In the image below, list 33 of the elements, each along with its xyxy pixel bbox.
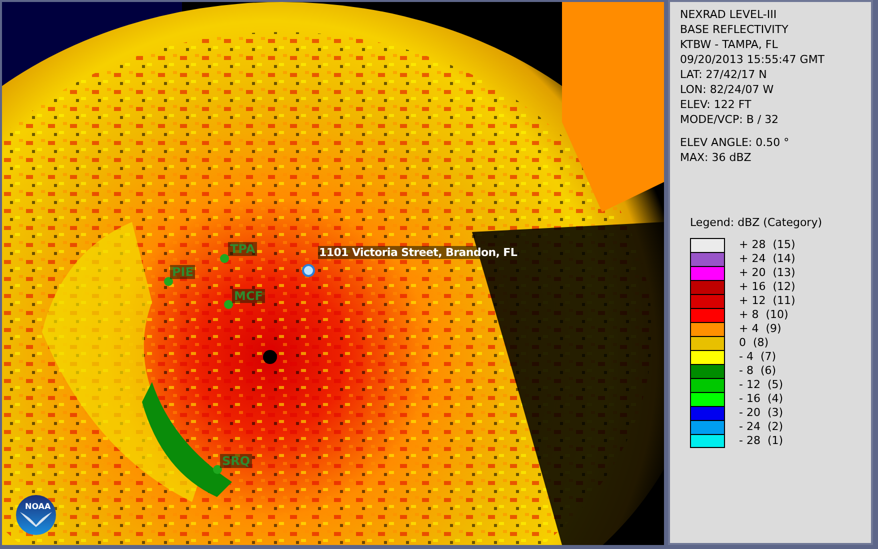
legend-label: + 20 (13) — [739, 266, 796, 280]
legend-label: + 28 (15) — [739, 238, 796, 252]
logo-text: NOAA — [25, 502, 51, 511]
location-label: 1101 Victoria Street, Brandon, FL — [318, 246, 518, 259]
info-line: 09/20/2013 15:55:47 GMT — [680, 52, 826, 67]
info-line: BASE REFLECTIVITY — [680, 22, 790, 37]
legend-label: - 8 (6) — [739, 364, 776, 378]
info-line: ELEV: 122 FT — [680, 97, 752, 112]
info-line: LON: 82/24/07 W — [680, 82, 775, 97]
legend-label: + 4 (9) — [739, 322, 782, 336]
legend-title: Legend: dBZ (Category) — [690, 215, 823, 230]
legend-label: + 24 (14) — [739, 252, 796, 266]
info-line: NEXRAD LEVEL-III — [680, 7, 778, 22]
station-label: MCF — [232, 289, 265, 303]
legend-label: + 16 (12) — [739, 280, 796, 294]
station-label: PIE — [170, 265, 196, 279]
info-line: LAT: 27/42/17 N — [680, 67, 768, 82]
station-label: SRQ — [220, 454, 252, 468]
info-line: MAX: 36 dBZ — [680, 150, 752, 165]
logo-emblem — [16, 495, 56, 535]
legend-label: - 4 (7) — [739, 350, 776, 364]
legend-label: - 16 (4) — [739, 392, 784, 406]
station-label: TPA — [228, 242, 258, 256]
info-line: ELEV ANGLE: 0.50 ° — [680, 135, 790, 150]
legend-label: 0 (8) — [739, 336, 769, 350]
legend-label: - 12 (5) — [739, 378, 784, 392]
legend-label: - 28 (1) — [739, 434, 784, 448]
legend-label: - 24 (2) — [739, 420, 784, 434]
legend-label: - 20 (3) — [739, 406, 784, 420]
legend-label: + 12 (11) — [739, 294, 796, 308]
info-line: MODE/VCP: B / 32 — [680, 112, 780, 127]
info-line: KTBW - TAMPA, FL — [680, 37, 779, 52]
legend-label: + 8 (10) — [739, 308, 788, 322]
